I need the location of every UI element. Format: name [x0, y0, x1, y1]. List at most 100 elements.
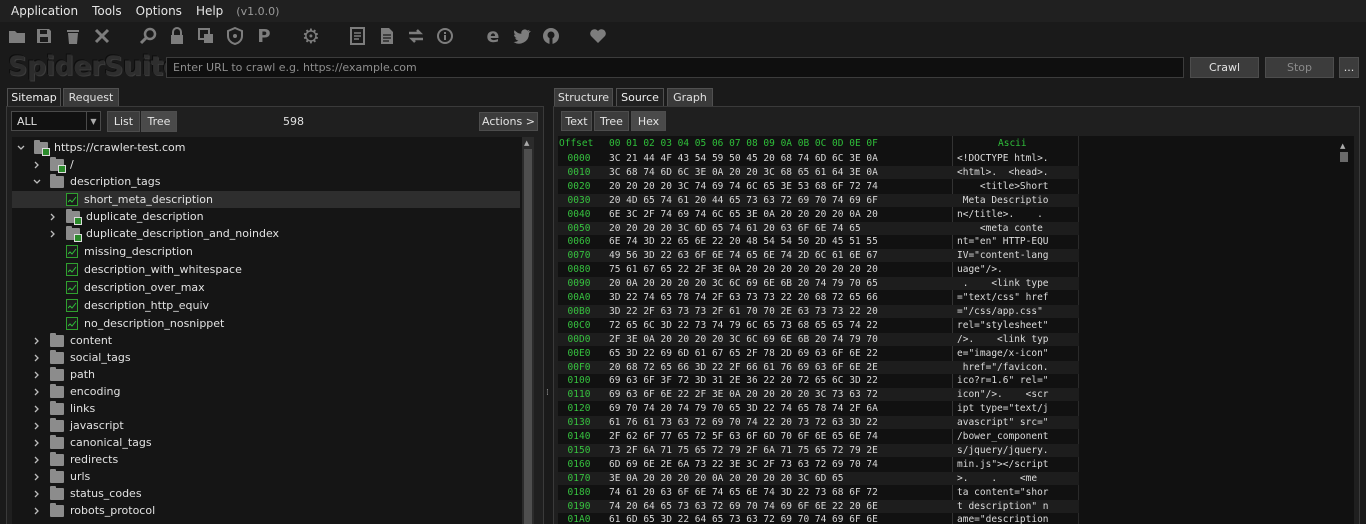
close-icon[interactable] — [91, 25, 113, 47]
proxy-p-icon[interactable]: P — [253, 25, 275, 47]
chevron-right-icon[interactable] — [48, 229, 58, 239]
hex-scrollbar-thumb[interactable] — [1340, 152, 1348, 162]
tree-scrollbar[interactable]: ▲ — [522, 137, 534, 524]
tree-scrollbar-thumb[interactable] — [524, 149, 532, 524]
hex-ascii: avascript" src=" — [957, 417, 1049, 429]
document-icon[interactable] — [376, 25, 398, 47]
chevron-down-icon[interactable] — [16, 143, 26, 153]
browser-icon[interactable]: e — [482, 25, 504, 47]
hex-offset: 0170 — [567, 472, 591, 484]
tree-item[interactable]: links — [12, 400, 520, 417]
search-icon[interactable] — [137, 25, 159, 47]
menu-tools[interactable]: Tools — [85, 4, 129, 18]
source-tree-tab[interactable]: Tree — [594, 111, 629, 131]
tree-item[interactable]: encoding — [12, 383, 520, 400]
chevron-right-icon[interactable] — [32, 160, 42, 170]
save-icon[interactable] — [33, 25, 55, 47]
panel-splitter[interactable]: ⁞ — [546, 388, 550, 398]
chevron-right-icon[interactable] — [32, 336, 42, 346]
tree-item[interactable]: description_tags — [12, 173, 520, 190]
tree-item[interactable]: description_over_max — [12, 279, 520, 296]
hex-row: 0110 69 63 6F 6E 22 2F 3E 0A 20 20 20 20 … — [558, 388, 1079, 402]
hex-scroll-up-icon[interactable]: ▲ — [1340, 142, 1345, 150]
chevron-right-icon[interactable] — [32, 472, 42, 482]
hex-row: 0060 6E 74 3D 22 65 6E 22 20 48 54 54 50 … — [558, 235, 1078, 248]
chevron-right-icon[interactable] — [32, 370, 42, 380]
more-options-button[interactable]: ... — [1339, 57, 1359, 78]
view-tree-button[interactable]: Tree — [141, 111, 177, 132]
tab-sitemap[interactable]: Sitemap — [7, 88, 61, 106]
source-text-tab[interactable]: Text — [561, 111, 592, 131]
chevron-right-icon[interactable] — [32, 489, 42, 499]
tree-item[interactable]: status_codes — [12, 485, 520, 502]
open-folder-icon[interactable] — [6, 25, 28, 47]
tree-item[interactable]: short_meta_description — [12, 191, 520, 208]
url-input[interactable] — [166, 57, 1184, 78]
tab-structure[interactable]: Structure — [554, 88, 613, 106]
tree-item[interactable]: urls — [12, 468, 520, 485]
github-icon[interactable] — [540, 25, 562, 47]
hex-row: 00D0 2F 3E 0A 20 20 20 20 3C 6C 69 6E 6B … — [558, 332, 1079, 346]
filter-select[interactable]: ALL ▼ — [11, 111, 101, 131]
tab-request[interactable]: Request — [63, 88, 119, 106]
lock-icon[interactable] — [166, 25, 188, 47]
actions-button[interactable]: Actions > — [479, 112, 538, 131]
twitter-icon[interactable] — [511, 25, 533, 47]
copy-icon[interactable] — [195, 25, 217, 47]
chevron-right-icon[interactable] — [32, 421, 42, 431]
tree-item[interactable]: robots_protocol — [12, 502, 520, 519]
stop-button[interactable]: Stop — [1265, 57, 1334, 78]
hex-scrollbar[interactable]: ▲ — [1338, 140, 1350, 524]
tree-item-label: short_meta_description — [84, 193, 213, 206]
chevron-right-icon[interactable] — [32, 387, 42, 397]
chevron-down-icon[interactable] — [32, 177, 42, 187]
tree-item[interactable]: duplicate_description_and_noindex — [12, 225, 520, 242]
scroll-up-icon[interactable]: ▲ — [524, 139, 529, 147]
view-list-button[interactable]: List — [107, 111, 140, 132]
info-icon[interactable] — [434, 25, 456, 47]
checkmark-icon — [74, 233, 82, 242]
tab-graph[interactable]: Graph — [667, 88, 713, 106]
crawl-button[interactable]: Crawl — [1190, 57, 1259, 78]
tree-item[interactable]: redirects — [12, 451, 520, 468]
hex-offset: 0110 — [567, 389, 591, 401]
tab-source[interactable]: Source — [616, 88, 664, 106]
chevron-right-icon[interactable] — [32, 438, 42, 448]
tree-item[interactable]: duplicate_description — [12, 208, 520, 225]
hex-bytes: 73 2F 6A 71 75 65 72 79 2F 6A 71 75 65 7… — [609, 444, 878, 456]
hex-view[interactable]: Offset 00 01 02 03 04 05 06 07 08 09 0A … — [558, 136, 1354, 524]
chevron-right-icon[interactable] — [48, 212, 58, 222]
tree-item-label: links — [70, 402, 96, 415]
chevron-right-icon[interactable] — [32, 404, 42, 414]
tree-item[interactable]: canonical_tags — [12, 434, 520, 451]
refresh-icon[interactable] — [405, 25, 427, 47]
menu-help[interactable]: Help — [189, 4, 230, 18]
source-hex-tab[interactable]: Hex — [631, 111, 666, 131]
tree-item-label: encoding — [70, 385, 121, 398]
tree-item[interactable]: https://crawler-test.com — [12, 139, 520, 156]
tree-item[interactable]: social_tags — [12, 349, 520, 366]
hex-offset: 0160 — [567, 458, 591, 470]
hex-row: 0100 69 63 6F 3F 72 3D 31 2E 36 22 20 72 … — [558, 374, 1078, 387]
shield-icon[interactable] — [224, 25, 246, 47]
tree-item[interactable]: description_http_equiv — [12, 297, 520, 314]
gear-icon[interactable]: ⚙ — [300, 24, 322, 48]
heart-icon[interactable] — [587, 25, 609, 47]
chevron-right-icon[interactable] — [32, 455, 42, 465]
hex-bytes: 69 63 6F 3F 72 3D 31 2E 36 22 20 72 65 6… — [609, 375, 878, 387]
tree-item[interactable]: javascript — [12, 417, 520, 434]
hex-offset: 0120 — [567, 403, 591, 415]
menu-options[interactable]: Options — [129, 4, 189, 18]
page-icon — [66, 193, 78, 206]
tree-item[interactable]: path — [12, 366, 520, 383]
tree-item[interactable]: missing_description — [12, 243, 520, 260]
trash-icon[interactable] — [62, 25, 84, 47]
tree-item[interactable]: / — [12, 156, 520, 173]
notes-icon[interactable] — [347, 25, 369, 47]
tree-item[interactable]: no_description_nosnippet — [12, 315, 520, 332]
chevron-right-icon[interactable] — [32, 353, 42, 363]
tree-item[interactable]: description_with_whitespace — [12, 261, 520, 278]
tree-item[interactable]: content — [12, 332, 520, 349]
menu-application[interactable]: Application — [4, 4, 85, 18]
chevron-right-icon[interactable] — [32, 506, 42, 516]
